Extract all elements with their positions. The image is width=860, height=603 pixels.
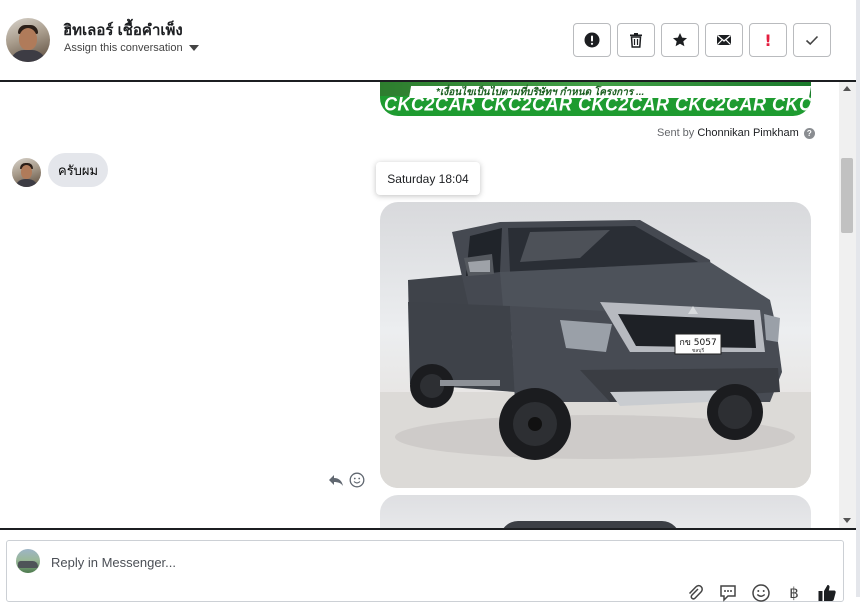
license-plate-text: กข 5057 bbox=[679, 338, 716, 348]
scroll-down-arrow-icon[interactable] bbox=[843, 518, 851, 523]
help-icon[interactable]: ? bbox=[803, 127, 815, 139]
reply-composer[interactable]: Reply in Messenger... ฿ bbox=[6, 540, 844, 602]
contact-name[interactable]: ฮิทเลอร์ เชื้อคำเพ็ง bbox=[63, 18, 183, 42]
pickup-truck-image: กข 5057 ชลบุรี bbox=[380, 220, 811, 488]
trash-icon bbox=[630, 33, 642, 48]
caret-down-icon bbox=[188, 45, 199, 51]
conversation-header: ฮิทเลอร์ เชื้อคำเพ็ง Assign this convers… bbox=[0, 0, 856, 80]
spam-button[interactable] bbox=[573, 23, 611, 57]
follow-up-button[interactable]: ! bbox=[749, 23, 787, 57]
page-avatar bbox=[16, 549, 40, 573]
delete-button[interactable] bbox=[617, 23, 655, 57]
outgoing-photo-second[interactable] bbox=[380, 495, 811, 528]
mark-unread-button[interactable] bbox=[705, 23, 743, 57]
composer-divider bbox=[0, 528, 856, 530]
thread-scrollbar[interactable] bbox=[839, 82, 856, 528]
license-plate-province: ชลบุรี bbox=[692, 347, 705, 354]
composer-tools: ฿ bbox=[685, 583, 837, 603]
conversation-actions: ! bbox=[573, 23, 831, 57]
emoji-icon[interactable] bbox=[751, 583, 771, 603]
outgoing-photo-pickup-truck[interactable]: กข 5057 ชลบุรี bbox=[380, 202, 811, 488]
message-thread[interactable]: *เงื่อนไขเป็นไปตามที่บริษัทฯ กำหนด โครงก… bbox=[0, 82, 839, 528]
scroll-up-arrow-icon[interactable] bbox=[843, 86, 851, 91]
emoji-reaction-icon[interactable] bbox=[349, 472, 365, 488]
envelope-icon bbox=[717, 34, 731, 45]
assign-label: Assign this conversation bbox=[64, 42, 183, 54]
sender-avatar bbox=[12, 158, 41, 187]
paperclip-icon[interactable] bbox=[685, 583, 705, 603]
saved-reply-icon[interactable] bbox=[718, 583, 738, 603]
outgoing-image-banner[interactable]: *เงื่อนไขเป็นไปตามที่บริษัทฯ กำหนด โครงก… bbox=[380, 82, 811, 116]
reply-arrow-icon[interactable] bbox=[328, 472, 344, 488]
reply-input[interactable]: Reply in Messenger... bbox=[51, 555, 176, 570]
mark-done-button[interactable] bbox=[793, 23, 831, 57]
checkmark-icon bbox=[805, 35, 819, 46]
banner-text: CKC2CAR CKC2CAR CKC2CAR CKC2CAR CKC2 bbox=[384, 92, 811, 115]
assign-conversation-dropdown[interactable]: Assign this conversation bbox=[64, 42, 199, 54]
contact-avatar[interactable] bbox=[6, 18, 50, 62]
sent-by-name: Chonnikan Pimkham bbox=[697, 127, 799, 139]
timestamp-tooltip: Saturday 18:04 bbox=[376, 162, 480, 195]
exclamation-icon: ! bbox=[764, 30, 772, 50]
sent-by-label: Sent by Chonnikan Pimkham ? bbox=[657, 127, 815, 139]
thumbs-up-icon[interactable] bbox=[817, 583, 837, 603]
message-actions bbox=[328, 472, 365, 488]
baht-icon[interactable]: ฿ bbox=[784, 584, 804, 602]
star-button[interactable] bbox=[661, 23, 699, 57]
scrollbar-thumb[interactable] bbox=[841, 158, 853, 233]
incoming-message-bubble[interactable]: ครับผม bbox=[48, 153, 109, 187]
star-icon bbox=[673, 33, 687, 47]
sent-by-prefix: Sent by bbox=[657, 127, 695, 139]
alert-circle-icon bbox=[584, 32, 600, 48]
panel-edge bbox=[856, 0, 860, 597]
